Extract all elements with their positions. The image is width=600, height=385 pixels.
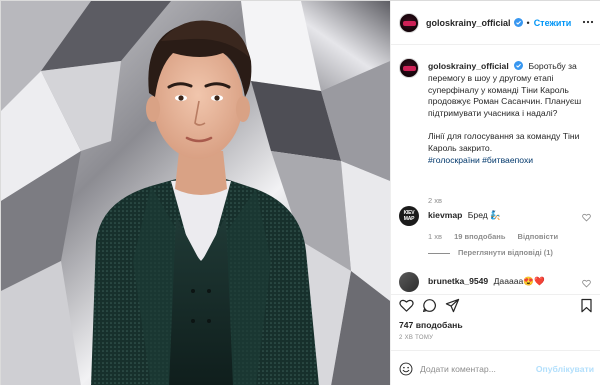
separator-dot: • — [526, 17, 530, 28]
more-options-icon[interactable] — [582, 17, 594, 27]
view-replies-label: Переглянути відповіді (1) — [458, 248, 553, 257]
comment-input[interactable] — [420, 360, 542, 378]
likes-count[interactable]: 747 вподобань — [399, 320, 463, 330]
comment-text: Дааааа😍❤️ — [493, 276, 545, 286]
post-photo[interactable] — [1, 1, 390, 385]
view-replies-button[interactable]: Переглянути відповіді (1) — [428, 248, 553, 257]
post-side-panel: goloskrainy_official • Стежити goloskrai… — [390, 1, 600, 385]
commenter-avatar[interactable] — [399, 272, 419, 292]
caption-hashtags[interactable]: #голоскраїни #битваепохи — [428, 155, 533, 165]
caption-paragraph-2: Лінії для голосування за команду Тіни Ка… — [428, 130, 580, 153]
like-comment-heart-icon[interactable] — [582, 213, 591, 222]
instagram-post: goloskrainy_official • Стежити goloskrai… — [0, 0, 600, 385]
caption-time[interactable]: 2 хв — [428, 196, 442, 205]
comment-time[interactable]: 1 хв — [428, 232, 442, 241]
publish-button[interactable]: Опублікувати — [536, 364, 594, 374]
post-time-ago[interactable]: 2 ХВ ТОМУ — [399, 335, 433, 341]
comment-bubble-icon[interactable] — [422, 298, 437, 313]
post-image — [1, 1, 390, 385]
like-heart-icon[interactable] — [399, 298, 414, 313]
emoji-smiley-icon[interactable] — [399, 362, 413, 376]
follow-button[interactable]: Стежити — [534, 18, 572, 28]
author-avatar[interactable] — [399, 12, 419, 33]
replies-divider — [428, 252, 450, 254]
add-comment-bar: Опублікувати — [391, 350, 600, 385]
caption-author-avatar[interactable] — [399, 58, 419, 78]
commenter-username[interactable]: brunetka_9549 — [428, 276, 488, 286]
like-comment-heart-icon[interactable] — [582, 279, 591, 288]
caption-username[interactable]: goloskrainy_official — [428, 61, 509, 71]
comment-text: Бред 🧞 — [467, 210, 501, 220]
reply-button[interactable]: Відповісти — [518, 232, 559, 241]
comments-scroll-area[interactable]: goloskrainy_official Боротьбу за перемог… — [391, 46, 600, 294]
verified-badge-icon — [514, 61, 524, 70]
save-bookmark-icon[interactable] — [579, 298, 594, 313]
verified-badge-icon — [513, 18, 523, 27]
commenter-avatar[interactable]: KIEV MAP — [399, 206, 419, 226]
share-send-icon[interactable] — [445, 298, 460, 313]
comment-likes[interactable]: 19 вподобань — [454, 232, 505, 241]
post-actions-bar — [391, 294, 600, 316]
commenter-username[interactable]: kievmap — [428, 210, 462, 220]
post-header: goloskrainy_official • Стежити — [391, 1, 600, 45]
author-username[interactable]: goloskrainy_official — [426, 18, 511, 28]
